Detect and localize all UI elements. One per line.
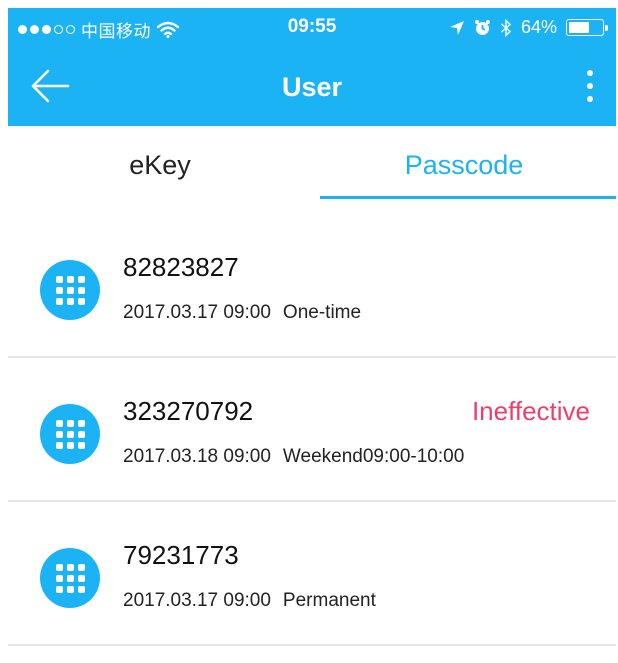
passcode-meta: 2017.03.17 09:00 One-time [123,302,361,324]
passcode-type: Permanent [282,590,376,611]
battery-fill [569,22,590,33]
active-tab-indicator [320,196,616,199]
status-bar: 中国移动 09:55 64% [8,8,616,48]
passcode-date: 2017.03.17 09:00 [123,302,271,323]
keypad-icon [40,404,100,464]
passcode-meta: 2017.03.17 09:00 Permanent [123,590,376,612]
status-right: 64% [449,17,608,38]
battery-icon [566,19,608,36]
passcode-status: Ineffective [471,396,590,426]
passcode-row[interactable]: 79231773 2017.03.17 09:00 Permanent [8,502,616,646]
more-dot [587,70,593,76]
bluetooth-icon [500,18,512,37]
passcode-value: 79231773 [123,540,239,570]
keypad-icon [40,548,100,608]
tab-label: Passcode [404,150,524,180]
tab-label: eKey [129,150,191,180]
page-title: User [281,72,343,102]
keypad-icon [40,260,100,320]
navigation-bar: User [8,48,616,126]
passcode-value: 82823827 [123,252,239,282]
alarm-clock-icon [474,20,490,35]
header: 中国移动 09:55 64% User [8,8,616,126]
passcode-value: 323270792 [123,396,254,426]
more-options-button[interactable] [578,66,602,106]
location-arrow-icon [449,20,464,35]
passcode-list: 82823827 2017.03.17 09:00 One-time 323270… [8,214,616,646]
passcode-date: 2017.03.17 09:00 [123,590,271,611]
tab-bar: eKey Passcode [8,126,616,204]
app-screen: 中国移动 09:55 64% User eKey Passcode 828238… [8,8,616,663]
more-dot [587,96,593,102]
passcode-meta: 2017.03.18 09:00 Weekend09:00-10:00 [123,446,464,468]
tab-passcode[interactable]: Passcode [312,126,616,204]
passcode-type: One-time [282,302,362,323]
tab-ekey[interactable]: eKey [8,126,312,204]
passcode-row[interactable]: 82823827 2017.03.17 09:00 One-time [8,214,616,358]
passcode-type: Weekend09:00-10:00 [282,446,465,467]
more-dot [587,83,593,89]
passcode-date: 2017.03.18 09:00 [123,446,271,467]
battery-percent: 64% [520,17,557,37]
passcode-row[interactable]: 323270792 Ineffective 2017.03.18 09:00 We… [8,358,616,502]
